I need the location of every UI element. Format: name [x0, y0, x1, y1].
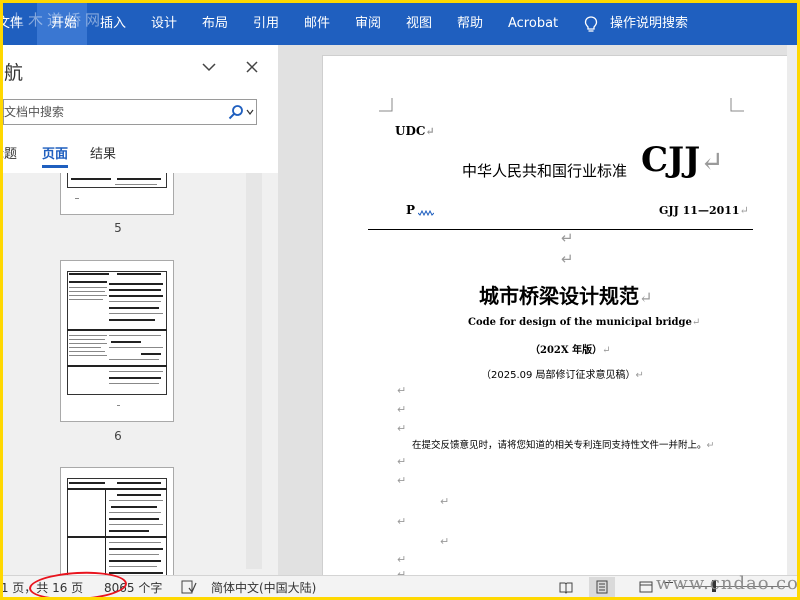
thumbnail-scrollbar[interactable]	[246, 173, 262, 569]
chevron-down-icon[interactable]	[201, 59, 217, 75]
tab-review[interactable]: 审阅	[355, 3, 381, 45]
edition-label: （202X 年版）↵	[530, 345, 611, 356]
tab-help[interactable]: 帮助	[457, 3, 483, 45]
crop-mark	[730, 98, 744, 112]
thumbnail-page-number: 6	[114, 429, 122, 443]
proofing-icon[interactable]	[181, 580, 197, 594]
nav-search-box	[3, 99, 257, 125]
ribbon-tab-bar: 文件 开始 插入 设计 布局 引用 邮件 审阅 视图 帮助 Acrobat 操作…	[3, 3, 797, 45]
cjj-mark: CJJ↵	[641, 140, 724, 180]
active-tab-indicator	[42, 165, 68, 168]
watermark-bottom: www.cndao.com	[656, 573, 797, 594]
search-input[interactable]	[3, 100, 226, 124]
lightbulb-icon	[584, 16, 598, 32]
english-title: Code for design of the municipal bridge↵	[468, 317, 701, 328]
tab-mailings[interactable]: 邮件	[304, 3, 330, 45]
page-thumbnails: 5 6	[3, 173, 278, 575]
tab-layout[interactable]: 布局	[202, 3, 228, 45]
tab-references[interactable]: 引用	[253, 3, 279, 45]
page-thumbnail-7[interactable]	[60, 467, 174, 575]
document-scrollbar[interactable]	[787, 45, 797, 575]
word-window: 文件 开始 插入 设计 布局 引用 邮件 审阅 视图 帮助 Acrobat 操作…	[3, 3, 797, 597]
close-icon[interactable]	[244, 59, 260, 75]
print-layout-icon	[596, 580, 608, 594]
document-page[interactable]: UDC↵ 中华人民共和国行业标准 CJJ↵ P GJJ 11—2011↵ ↵ ↵…	[322, 55, 792, 585]
draft-note: （2025.09 局部修订征求意见稿）↵	[481, 370, 644, 381]
crop-mark	[379, 98, 393, 112]
language-indicator[interactable]: 简体中文(中国大陆)	[211, 579, 316, 596]
tab-pages[interactable]: 页面	[42, 143, 68, 162]
standard-line: 中华人民共和国行业标准	[462, 162, 628, 180]
tab-headings[interactable]: 标题	[3, 143, 17, 162]
page-thumbnail-6[interactable]	[60, 260, 174, 422]
search-icon[interactable]	[228, 104, 244, 120]
code-number: GJJ 11—2011↵	[659, 204, 749, 217]
chevron-down-icon[interactable]	[246, 108, 254, 116]
print-layout-button[interactable]	[589, 577, 615, 597]
tell-me-search[interactable]: 操作说明搜索	[610, 3, 688, 45]
read-mode-icon[interactable]	[559, 580, 573, 594]
udc-label: UDC↵	[395, 124, 435, 138]
thumbnail-page-number: 5	[114, 221, 122, 235]
document-title: 城市桥梁设计规范↵	[479, 284, 653, 308]
nav-pane-title: 导航	[3, 62, 24, 84]
document-area: UDC↵ 中华人民共和国行业标准 CJJ↵ P GJJ 11—2011↵ ↵ ↵…	[278, 45, 797, 585]
watermark-top: 土木道桥网	[9, 11, 105, 29]
navigation-pane: 导航 标题 页面 结果	[3, 45, 278, 575]
page-thumbnail-5[interactable]	[60, 173, 174, 215]
tab-design[interactable]: 设计	[151, 3, 177, 45]
tab-acrobat[interactable]: Acrobat	[508, 3, 558, 45]
p-label: P	[406, 203, 416, 217]
tab-view[interactable]: 视图	[406, 3, 432, 45]
tab-results[interactable]: 结果	[90, 143, 116, 162]
feedback-note: 在提交反馈意见时，请将您知道的相关专利连同支持性文件一并附上。↵	[412, 440, 715, 451]
spellcheck-squiggle	[418, 210, 434, 216]
web-layout-icon[interactable]	[639, 580, 653, 594]
